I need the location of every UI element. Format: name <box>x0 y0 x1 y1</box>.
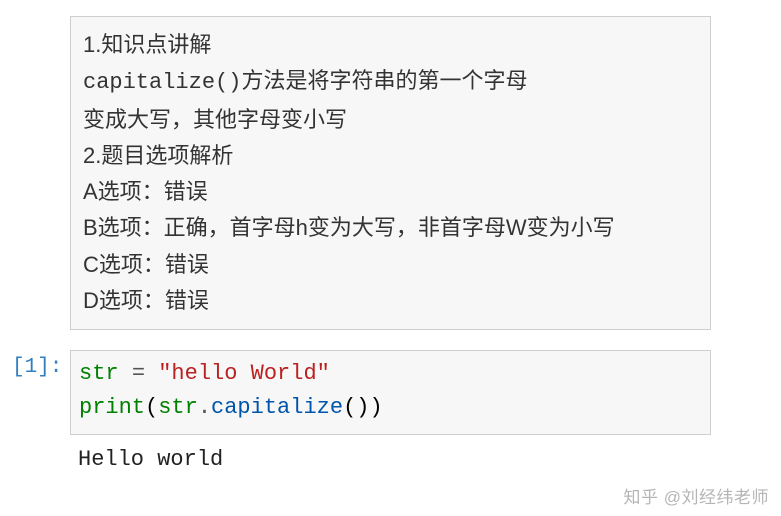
token-method: capitalize <box>211 395 343 420</box>
markdown-cell: 1.知识点讲解 capitalize()方法是将字符串的第一个字母 变成大写，其… <box>70 16 711 330</box>
token-space <box>119 361 132 386</box>
token-var: str <box>158 395 198 420</box>
md-line-8: D选项：错误 <box>83 283 698 319</box>
input-prompt: [1]: <box>12 350 70 379</box>
md-line-3: 变成大写，其他字母变小写 <box>83 102 698 138</box>
code-cell[interactable]: [1]: str = "hello World" print(str.capit… <box>0 350 781 434</box>
md-line-2: capitalize()方法是将字符串的第一个字母 <box>83 63 698 101</box>
watermark: 知乎 @刘经纬老师 <box>624 483 769 508</box>
token-paren: ()) <box>343 395 383 420</box>
token-dot: . <box>198 395 211 420</box>
output-spacer <box>12 447 70 472</box>
token-var: str <box>79 361 119 386</box>
output-cell: Hello world <box>0 447 781 472</box>
md-line-1: 1.知识点讲解 <box>83 27 698 63</box>
token-space <box>145 361 158 386</box>
md-line-4: 2.题目选项解析 <box>83 138 698 174</box>
md-text: 方法是将字符串的第一个字母 <box>241 68 527 93</box>
token-paren: ( <box>145 395 158 420</box>
inline-code: capitalize() <box>83 70 241 95</box>
md-line-7: C选项：错误 <box>83 247 698 283</box>
token-print: print <box>79 395 145 420</box>
md-line-6: B选项：正确，首字母h变为大写，非首字母W变为小写 <box>83 210 698 246</box>
md-line-5: A选项：错误 <box>83 174 698 210</box>
code-input[interactable]: str = "hello World" print(str.capitalize… <box>70 350 711 434</box>
output-text: Hello world <box>70 447 223 472</box>
token-string: "hello World" <box>158 361 330 386</box>
token-eq: = <box>132 361 145 386</box>
